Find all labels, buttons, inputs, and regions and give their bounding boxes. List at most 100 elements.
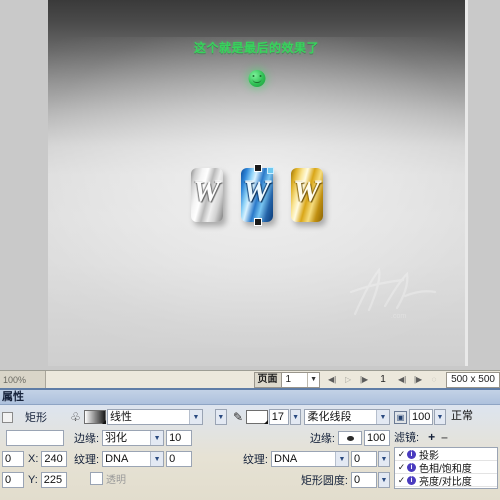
opacity-icon: ▣ <box>394 410 407 424</box>
silver-logo-glyph: W <box>193 175 220 208</box>
previous-page-icon[interactable]: ◀| <box>394 372 410 388</box>
object-y-input[interactable] <box>40 472 67 488</box>
roundness-chevron-icon: ▼ <box>378 472 390 488</box>
rectangle-roundness-label: 矩形圆度: <box>300 475 348 487</box>
opacity-blend-row: ▣ ▼ 正常 <box>394 408 498 426</box>
stop-icon[interactable]: ◌ <box>426 372 442 388</box>
filter-name: 亮度/对比度 <box>419 476 472 488</box>
stroke-type-row: ▼ ✎ ▼ 柔化线段 ▼ <box>214 408 391 426</box>
smiley-face-icon <box>248 70 265 87</box>
swatch-dropdown-triangle <box>263 420 268 424</box>
object-x-row: X: <box>2 450 68 468</box>
object-type-row: 矩形 <box>2 408 64 426</box>
selection-handle-top[interactable] <box>253 164 262 172</box>
rectangle-roundness-row: 矩形圆度: ▼ <box>214 471 390 489</box>
fill-edge-label: 边缘: <box>74 433 100 445</box>
stroke-properties-column: ▼ ✎ ▼ 柔化线段 ▼ 边缘: <box>214 408 391 492</box>
canvas-headline-text: 这个就是最后的效果了 <box>193 41 319 55</box>
stroke-texture-row: 纹理: DNA ▼ ▼ <box>214 450 390 468</box>
object-width-input[interactable] <box>2 451 24 467</box>
blend-mode-value[interactable]: 正常 <box>449 409 491 425</box>
blue-logo-object[interactable]: W <box>240 164 274 226</box>
selection-handle-top-right[interactable] <box>266 167 274 174</box>
gold-logo-object[interactable]: W <box>290 168 323 222</box>
transparent-checkbox[interactable] <box>90 472 103 485</box>
fill-gradient-swatch[interactable] <box>84 410 106 424</box>
stroke-edge-dot <box>346 435 354 441</box>
stroke-size-chevron-icon: ▼ <box>289 409 302 425</box>
properties-panel-title: 属性 <box>0 390 500 405</box>
stroke-color-swatch[interactable] <box>246 410 268 424</box>
canvas[interactable]: 这个就是最后的效果了 W W W .com <box>48 0 465 366</box>
selection-handle-bottom[interactable] <box>253 218 262 226</box>
logo-group: W W W <box>190 164 323 226</box>
document-area: 这个就是最后的效果了 W W W .com <box>0 0 500 370</box>
next-page-icon[interactable]: |▶ <box>410 372 426 388</box>
object-x-input[interactable] <box>41 451 68 467</box>
smiley-mouth <box>252 79 261 83</box>
fill-options-chevron-icon: ▼ <box>215 409 227 425</box>
play-icon[interactable]: ▷ <box>340 372 356 388</box>
filter-enabled-checkbox[interactable]: ✓ <box>396 475 407 486</box>
last-frame-icon[interactable]: |▶ <box>356 372 372 388</box>
opacity-input[interactable] <box>409 409 433 425</box>
stroke-texture-label: 纹理: <box>242 454 268 466</box>
fill-type-value: 线性 <box>110 411 132 423</box>
frame-number-display[interactable]: 1 <box>372 374 394 385</box>
object-type-label: 矩形 <box>25 412 47 424</box>
filter-enabled-checkbox[interactable]: ✓ <box>396 462 407 473</box>
chevron-down-icon: ▼ <box>189 410 202 424</box>
stroke-edge-row: 边缘: <box>214 429 390 447</box>
stroke-texture-amount-input[interactable] <box>351 451 377 467</box>
object-y-label: Y: <box>28 474 38 486</box>
fill-edge-amount-input[interactable] <box>166 430 193 446</box>
first-frame-icon[interactable]: ◀| <box>324 372 340 388</box>
fill-texture-select[interactable]: DNA ▼ <box>102 451 165 467</box>
fill-transparent-row[interactable]: 透明 <box>90 471 210 486</box>
properties-panel-body: 矩形 X: Y: ♧ <box>0 405 500 500</box>
fireworks-window: 这个就是最后的效果了 W W W .com 100% 页面 1 ▼ ◀| ▷ |… <box>0 0 500 500</box>
stroke-size-input[interactable] <box>268 409 289 425</box>
minus-icon[interactable]: – <box>441 431 448 443</box>
chevron-down-icon[interactable]: ▼ <box>307 372 319 387</box>
fill-texture-row: 纹理: DNA ▼ <box>68 450 210 468</box>
stroke-texture-value: DNA <box>274 453 298 465</box>
page-selector[interactable]: 页面 1 ▼ <box>253 371 321 388</box>
effects-properties-column: ▣ ▼ 正常 滤镜: + – ✓ i 投影 <box>394 408 498 489</box>
stroke-edge-amount-input[interactable] <box>364 430 390 446</box>
fill-type-row: ♧ 线性 ▼ <box>68 408 210 426</box>
blue-logo-glyph: W <box>243 175 270 208</box>
fill-properties-column: ♧ 线性 ▼ 边缘: 羽化 ▼ 10 纹理: DNA ▼ 0 透明 <box>68 408 210 486</box>
object-height-input[interactable] <box>2 472 24 488</box>
stroke-edge-preview[interactable] <box>338 431 362 445</box>
plus-icon[interactable]: + <box>428 431 435 443</box>
pencil-icon[interactable]: ✎ <box>231 410 246 425</box>
paint-bucket-icon[interactable]: ♧ <box>68 410 83 425</box>
filters-list[interactable]: ✓ i 投影 ✓ i 色相/饱和度 ✓ i 亮度/对比度 <box>394 447 498 489</box>
zoom-level-display[interactable]: 100% <box>0 370 46 389</box>
filter-info-icon[interactable]: i <box>407 462 416 472</box>
fill-texture-amount-input[interactable] <box>166 451 193 467</box>
silver-logo-object[interactable]: W <box>190 168 223 222</box>
opacity-chevron-icon: ▼ <box>434 409 446 425</box>
properties-panel: 属性 矩形 X: Y: <box>0 388 500 500</box>
fill-type-select[interactable]: 线性 ▼ <box>107 409 203 425</box>
chevron-down-icon: ▼ <box>376 410 390 424</box>
object-name-row <box>2 429 64 447</box>
object-x-label: X: <box>28 453 39 465</box>
chevron-down-icon: ▼ <box>150 431 164 445</box>
filter-enabled-checkbox[interactable]: ✓ <box>396 449 407 460</box>
smiley-eye-left <box>252 75 254 77</box>
list-item[interactable]: ✓ i 亮度/对比度 <box>395 474 497 488</box>
stroke-texture-select[interactable]: DNA ▼ <box>271 451 349 467</box>
chevron-down-icon: ▼ <box>150 452 164 466</box>
object-name-input[interactable] <box>6 430 64 446</box>
page-value: 1 <box>285 373 292 385</box>
filter-info-icon[interactable]: i <box>407 449 416 459</box>
fill-edge-select[interactable]: 羽化 ▼ <box>102 430 165 446</box>
filter-info-icon[interactable]: i <box>407 475 416 485</box>
filters-label: 滤镜: <box>394 432 420 444</box>
canvas-right-edge <box>465 0 468 366</box>
rectangle-roundness-input[interactable] <box>351 472 377 488</box>
stroke-type-select[interactable]: 柔化线段 ▼ <box>304 409 391 425</box>
